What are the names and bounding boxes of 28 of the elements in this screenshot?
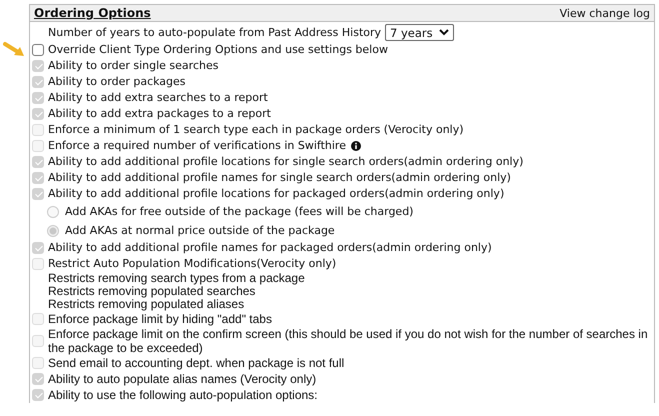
option-label: Enforce a minimum of 1 search type each in package orders (Verocity only): [48, 123, 464, 137]
option-label: Ability to add additional profile locations for single search orders(admin ordering only): [48, 155, 524, 169]
option-label: Number of years to auto-populate from Past Address History: [48, 26, 382, 40]
option-label: Override Client Type Ordering Options and use settings below: [48, 43, 388, 57]
option-label: Enforce package limit by hiding "add" tabs: [48, 312, 272, 326]
option-label: Ability to order single searches: [48, 59, 218, 73]
chevron-icon: [438, 29, 449, 36]
option-label: Enforce package limit on the confirm screen (this should be used if you do not wish for the number of searches in the package to be exceeded): [48, 327, 649, 355]
option-label: Ability to add additional profile names for packaged orders(admin ordering only): [48, 241, 492, 255]
option-label: Enforce a required number of verifications in Swifthire: [48, 139, 346, 153]
option-label: Ability to add extra searches to a report: [48, 91, 268, 105]
option-label: Ability to add extra packages to a report: [48, 107, 271, 121]
restriction-text: Restricts removing search types from a package: [48, 272, 305, 285]
option-label: Add AKAs for free outside of the package (fees will be charged): [65, 204, 414, 218]
years-dropdown[interactable]: 7 years: [385, 24, 454, 41]
option-label: Ability to add additional profile locations for packaged orders(admin ordering only): [48, 187, 504, 201]
change-log-link[interactable]: View change log: [560, 6, 650, 20]
panel-title: Ordering Options: [34, 6, 151, 20]
option-label: Add AKAs at normal price outside of the package: [65, 224, 335, 238]
option-label: Restrict Auto Population Modifications(Verocity only): [48, 257, 336, 271]
option-label: Ability to auto populate alias names (Verocity only): [48, 372, 316, 386]
restriction-text: Restricts removing populated searches: [48, 285, 256, 298]
option-label: Send email to accounting dept. when package is not full: [48, 356, 344, 370]
restriction-text: Restricts removing populated aliases: [48, 298, 244, 311]
option-label: Ability to order packages: [48, 75, 186, 89]
option-label: Ability to use the following auto-population options:: [48, 388, 318, 402]
checkbox[interactable]: [32, 44, 44, 56]
option-label: Ability to add additional profile names for single search orders(admin ordering only): [48, 171, 511, 185]
